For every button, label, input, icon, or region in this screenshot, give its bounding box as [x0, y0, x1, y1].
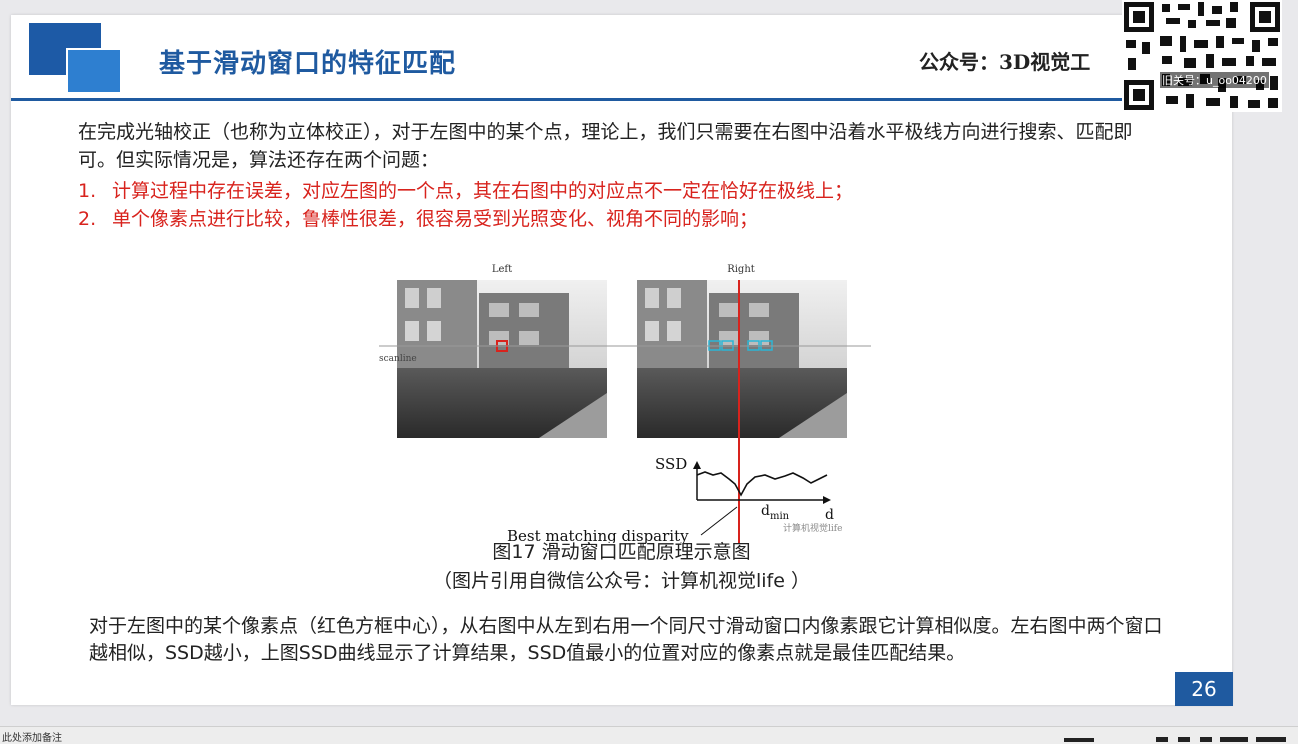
issue-number: 1.: [78, 180, 97, 202]
title-divider: [11, 98, 1232, 101]
notes-placeholder[interactable]: 此处添加备注: [2, 729, 62, 744]
figure-watermark: 计算机视觉life: [783, 522, 842, 534]
sliding-window-figure: Left Right scanline SSD dmin d 计算机视觉life…: [379, 264, 871, 543]
logo-block-light: [66, 48, 122, 94]
ssd-plot: [693, 461, 831, 504]
issue-number: 2.: [78, 208, 97, 230]
explanation-paragraph: 对于左图中的某个像素点（红色方框中心），从右图中从左到右用一个同尺寸滑动窗口内像…: [89, 615, 1163, 664]
intro-paragraph: 在完成光轴校正（也称为立体校正），对于左图中的某个点，理论上，我们只需要在右图中…: [78, 121, 1133, 171]
speaker-notes-bar[interactable]: 此处添加备注: [0, 726, 1298, 744]
issue-item-2: 2. 单个像素点进行比较，鲁棒性很差，很容易受到光照变化、视角不同的影响；: [78, 204, 758, 231]
figure-source: （图片引用自微信公众号：计算机视觉life ）: [433, 570, 810, 592]
figure-caption: 图17 滑动窗口匹配原理示意图: [492, 541, 751, 563]
left-stereo-image: [397, 280, 607, 438]
d-axis-label: d: [825, 507, 834, 523]
right-image-label: Right: [727, 264, 755, 275]
left-image-label: Left: [492, 264, 512, 275]
scanline-label: scanline: [379, 354, 417, 364]
issue-item-1: 1. 计算过程中存在误差，对应左图的一个点，其在右图中的对应点不一定在恰好在极线上…: [78, 176, 853, 203]
ssd-axis-label: SSD: [655, 455, 687, 473]
slide-canvas[interactable]: 基于滑动窗口的特征匹配 公众号：3D视觉工 在完成光轴校正（也称为立体校正），对…: [11, 15, 1233, 706]
right-stereo-image: [637, 280, 847, 438]
best-match-pointer: [700, 506, 738, 536]
brand-label: 公众号：3D视觉工: [919, 50, 1091, 74]
qr-caption: 旧关号：u_oo04200: [1160, 72, 1269, 88]
dmin-label: dmin: [761, 503, 790, 522]
status-bar-icons: [1064, 737, 1286, 742]
qr-code-image: [1122, 0, 1282, 112]
issue-text: 计算过程中存在误差，对应左图的一个点，其在右图中的对应点不一定在恰好在极线上；: [112, 180, 854, 202]
page-number: 26: [1175, 672, 1233, 706]
slide-title: 基于滑动窗口的特征匹配: [159, 49, 457, 79]
issue-text: 单个像素点进行比较，鲁棒性很差，很容易受到光照变化、视角不同的影响；: [112, 208, 759, 230]
